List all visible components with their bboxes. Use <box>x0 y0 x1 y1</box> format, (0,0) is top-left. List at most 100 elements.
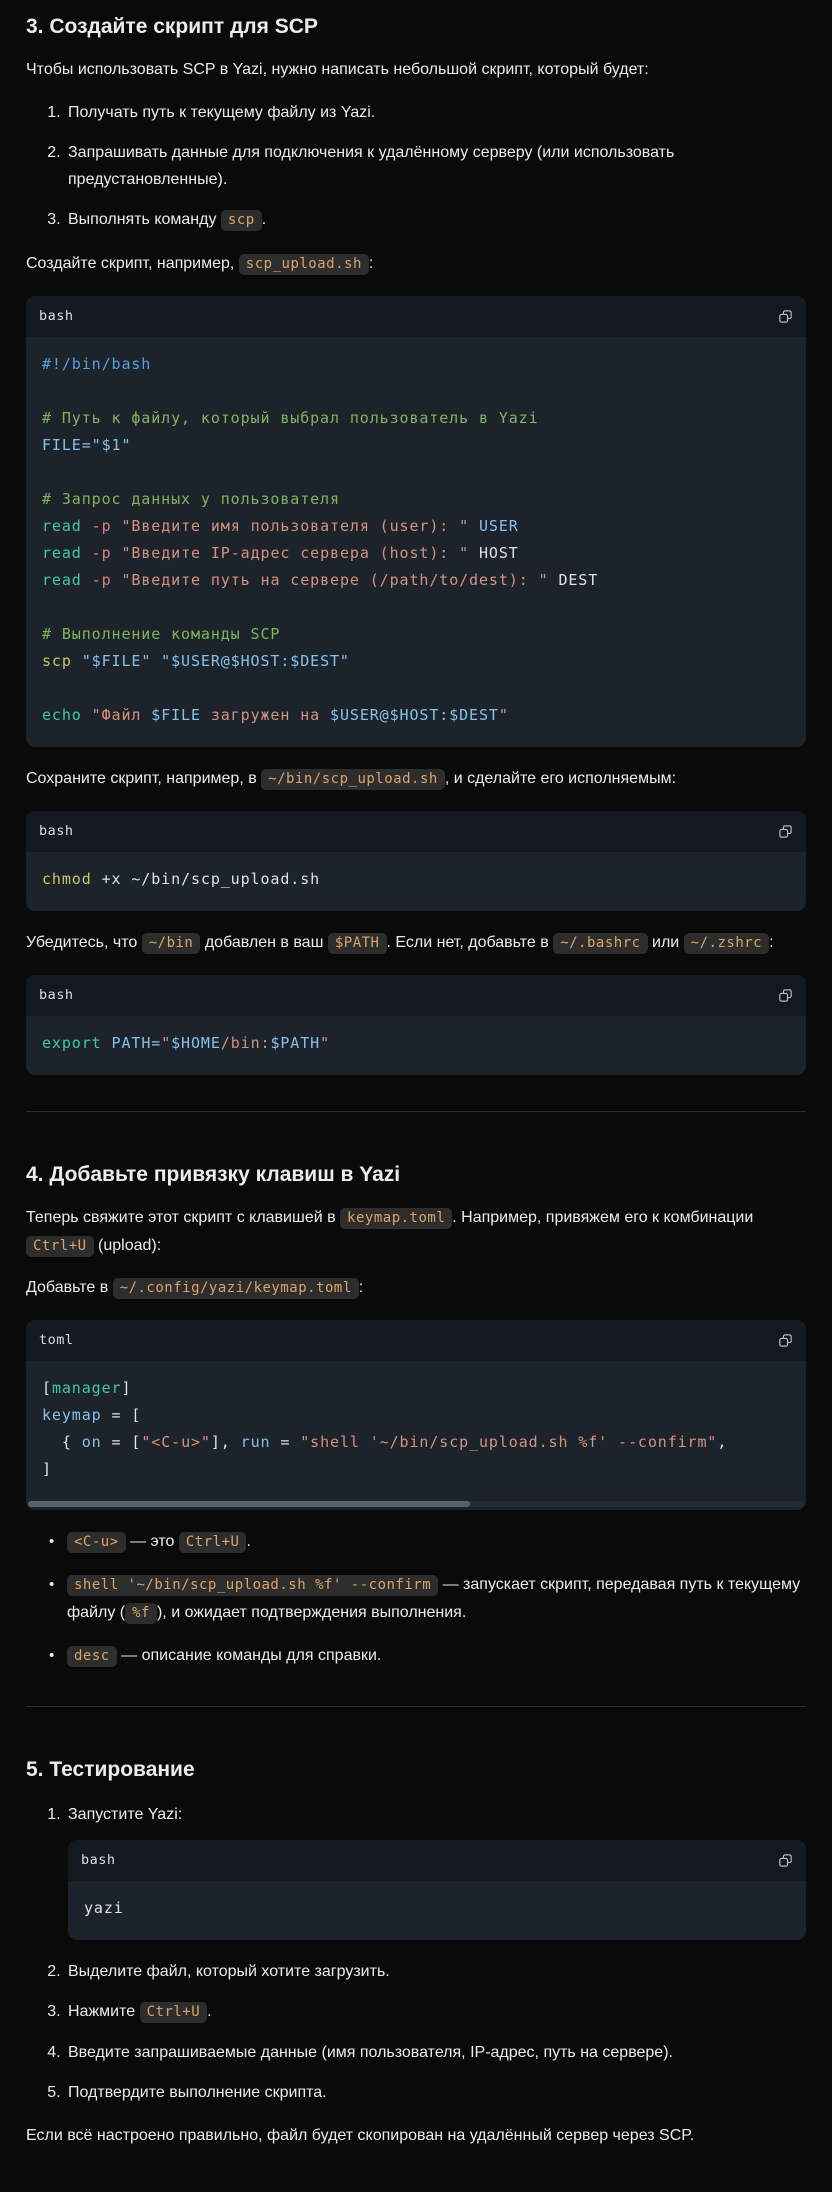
code-token: DEST <box>549 571 599 589</box>
code-token: [ <box>42 1379 52 1397</box>
text: : <box>769 934 773 951</box>
code-content: export PATH="$HOME/bin:$PATH" <box>26 1016 806 1075</box>
text: Теперь свяжите этот скрипт с клавишей в <box>26 1209 340 1226</box>
text: Чтобы использовать SCP в Yazi, нужно нап… <box>26 61 649 78</box>
copy-button[interactable] <box>778 824 793 839</box>
inline-code: ~/.bashrc <box>553 933 647 954</box>
code-header: bash <box>26 975 806 1016</box>
list-item: •desc — описание команды для справки. <box>67 1642 806 1670</box>
copy-icon <box>778 1333 793 1348</box>
text: : <box>369 255 373 272</box>
code-token: scp <box>42 652 72 670</box>
code-token: # Выполнение команды SCP <box>42 625 280 643</box>
code-token: # Путь к файлу, который выбрал пользоват… <box>42 409 539 427</box>
text: добавлен в ваш <box>200 934 327 951</box>
code-token: "Файл <box>92 706 152 724</box>
code-token: HOST <box>469 544 519 562</box>
list-item: Введите запрашиваемые данные (имя пользо… <box>65 2039 806 2066</box>
code-block: toml[manager] keymap = [ { on = ["<C-u>"… <box>26 1320 806 1510</box>
code-block: bash yazi <box>68 1840 806 1940</box>
code-token: $HOME <box>171 1034 221 1052</box>
copy-icon <box>778 1853 793 1868</box>
paragraph: Сохраните скрипт, например, в ~/bin/scp_… <box>26 765 806 793</box>
code-token: = <box>270 1433 300 1451</box>
inline-code: keymap.toml <box>340 1208 452 1229</box>
code-language-label: toml <box>39 1327 74 1354</box>
code-content: yazi <box>68 1881 806 1940</box>
message-content: 3. Создайте скрипт для SCPЧтобы использо… <box>26 12 806 2149</box>
code-token: manager <box>52 1379 122 1397</box>
code-token: { <box>42 1433 82 1451</box>
text: . Если нет, добавьте в <box>387 934 554 951</box>
code-token <box>82 571 92 589</box>
list-item: Запрашивать данные для подключения к уда… <box>65 139 806 193</box>
code-token: keymap <box>42 1406 102 1424</box>
code-block: bash#!/bin/bash # Путь к файлу, который … <box>26 296 806 747</box>
code-token <box>82 706 92 724</box>
code-token: "shell '~/bin/scp_upload.sh %f' --confir… <box>300 1433 717 1451</box>
code-token: " <box>320 1034 330 1052</box>
section-heading: 4. Добавьте привязку клавиш в Yazi <box>26 1160 806 1190</box>
code-token: "Введите путь на сервере (/path/to/dest)… <box>121 571 548 589</box>
bullet-icon: • <box>49 1571 54 1598</box>
code-language-label: bash <box>39 982 74 1009</box>
ordered-list: Получать путь к текущему файлу из Yazi. З… <box>26 99 806 234</box>
copy-button[interactable] <box>778 1853 793 1868</box>
copy-icon <box>778 988 793 1003</box>
code-token: загружен на <box>201 706 330 724</box>
inline-code: desc <box>67 1646 117 1667</box>
text: — это <box>126 1533 179 1550</box>
paragraph: Чтобы использовать SCP в Yazi, нужно нап… <box>26 56 806 83</box>
inline-code: <C-u> <box>67 1532 126 1553</box>
code-token: /bin: <box>221 1034 271 1052</box>
code-token: = [ <box>102 1433 142 1451</box>
text: . Например, привяжем его к комбинации <box>452 1209 753 1226</box>
paragraph: Теперь свяжите этот скрипт с клавишей в … <box>26 1204 806 1260</box>
code-token <box>469 517 479 535</box>
code-token: on <box>82 1433 102 1451</box>
code-language-label: bash <box>81 1847 116 1874</box>
code-block: bashchmod +x ~/bin/scp_upload.sh <box>26 811 806 911</box>
text: — описание команды для справки. <box>117 1647 382 1664</box>
bullet-list: •<C-u> — это Ctrl+U.•shell '~/bin/scp_up… <box>26 1528 806 1670</box>
copy-icon <box>778 824 793 839</box>
text: Выделите файл, который хотите загрузить. <box>68 1963 390 1980</box>
code-token: ] <box>42 1460 52 1478</box>
inline-code: Ctrl+U <box>140 2002 208 2023</box>
code-content: [manager] keymap = [ { on = ["<C-u>"], r… <box>26 1361 806 1501</box>
inline-code: ~/.config/yazi/keymap.toml <box>113 1278 359 1299</box>
list-item: Выделите файл, который хотите загрузить. <box>65 1958 806 1985</box>
code-token: USER <box>479 517 519 535</box>
chat-message: 3. Создайте скрипт для SCPЧтобы использо… <box>0 0 832 2192</box>
code-token: , <box>717 1433 727 1451</box>
list-item: Подтвердите выполнение скрипта. <box>65 2079 806 2106</box>
text: Выполнять команду <box>68 211 221 228</box>
code-token: PATH= <box>112 1034 162 1052</box>
copy-button[interactable] <box>778 1333 793 1348</box>
copy-button[interactable] <box>778 988 793 1003</box>
inline-code: ~/bin <box>142 933 201 954</box>
divider <box>26 1706 806 1707</box>
list-item: Получать путь к текущему файлу из Yazi. <box>65 99 806 126</box>
code-token: yazi <box>84 1899 124 1917</box>
code-header: bash <box>26 811 806 852</box>
code-token: export <box>42 1034 102 1052</box>
code-content: chmod +x ~/bin/scp_upload.sh <box>26 852 806 911</box>
code-header: toml <box>26 1320 806 1361</box>
horizontal-scrollbar[interactable] <box>28 1501 804 1507</box>
list-item: Запустите Yazi:bashyazi <box>65 1801 806 1940</box>
scrollbar-thumb[interactable] <box>28 1501 470 1507</box>
section-heading: 5. Тестирование <box>26 1755 806 1785</box>
code-token: = [ <box>102 1406 142 1424</box>
code-token: read <box>42 571 82 589</box>
code-token: -p <box>92 517 112 535</box>
text: Введите запрашиваемые данные (имя пользо… <box>68 2044 673 2061</box>
text: . <box>262 211 266 228</box>
code-content: #!/bin/bash # Путь к файлу, который выбр… <box>26 337 806 747</box>
copy-button[interactable] <box>778 309 793 324</box>
code-token: "<C-u>" <box>141 1433 211 1451</box>
text: Получать путь к текущему файлу из Yazi. <box>68 104 375 121</box>
text: Убедитесь, что <box>26 934 142 951</box>
code-header: bash <box>68 1840 806 1881</box>
code-token: "Введите IP-адрес сервера (host): " <box>121 544 469 562</box>
